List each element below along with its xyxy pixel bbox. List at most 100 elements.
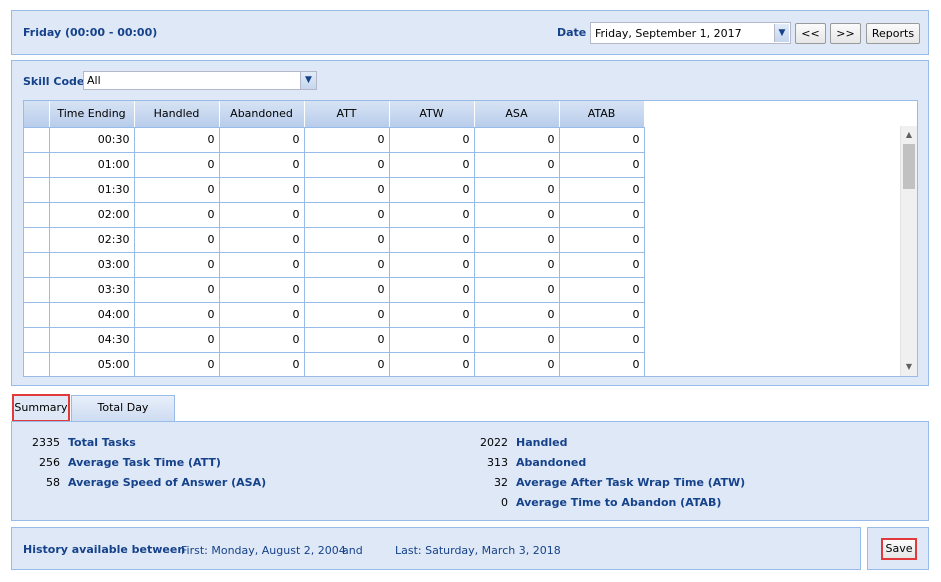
table-cell[interactable]: 0 [559,352,645,376]
table-cell[interactable]: 0 [304,177,390,203]
table-cell[interactable]: 0 [389,302,475,328]
table-cell[interactable]: 0 [389,152,475,178]
table-cell[interactable]: 0 [559,227,645,253]
table-cell[interactable]: 0 [559,252,645,278]
table-cell[interactable]: 0 [389,352,475,376]
table-cell[interactable]: 02:30 [49,227,135,253]
column-header[interactable]: Abandoned [219,101,305,128]
tab-total-day-changes[interactable]: Total Day Changes [71,395,175,438]
scroll-up-icon[interactable]: ▲ [901,127,917,143]
row-selector[interactable] [24,177,50,203]
table-cell[interactable]: 0 [219,277,305,303]
table-cell[interactable]: 0 [219,177,305,203]
column-header[interactable]: ATT [304,101,390,128]
table-cell[interactable]: 0 [389,252,475,278]
table-cell[interactable]: 0 [474,202,560,228]
table-row[interactable]: 01:30 0 0 0 0 0 0 [24,177,645,203]
table-cell[interactable]: 0 [559,127,645,153]
table-row[interactable]: 03:30 0 0 0 0 0 0 [24,277,645,303]
table-row[interactable]: 03:00 0 0 0 0 0 0 [24,252,645,278]
table-cell[interactable]: 0 [474,177,560,203]
table-row[interactable]: 01:00 0 0 0 0 0 0 [24,152,645,178]
table-cell[interactable]: 0 [219,127,305,153]
table-cell[interactable]: 0 [304,352,390,376]
table-cell[interactable]: 0 [219,252,305,278]
table-cell[interactable]: 0 [134,127,220,153]
row-selector[interactable] [24,127,50,153]
table-cell[interactable]: 0 [389,227,475,253]
table-cell[interactable]: 0 [134,327,220,353]
row-selector[interactable] [24,302,50,328]
table-cell[interactable]: 0 [219,152,305,178]
table-cell[interactable]: 0 [559,202,645,228]
table-cell[interactable]: 0 [389,127,475,153]
table-cell[interactable]: 0 [134,302,220,328]
table-cell[interactable]: 0 [474,152,560,178]
table-cell[interactable]: 0 [134,252,220,278]
table-cell[interactable]: 0 [389,327,475,353]
table-cell[interactable]: 04:30 [49,327,135,353]
table-row[interactable]: 02:30 0 0 0 0 0 0 [24,227,645,253]
row-selector[interactable] [24,227,50,253]
next-day-button[interactable]: >> [830,23,861,44]
row-selector[interactable] [24,352,50,376]
table-cell[interactable]: 0 [219,352,305,376]
table-cell[interactable]: 0 [304,152,390,178]
table-row[interactable]: 00:30 0 0 0 0 0 0 [24,127,645,153]
column-header[interactable]: Handled [134,101,220,128]
table-cell[interactable]: 0 [474,327,560,353]
table-cell[interactable]: 0 [559,277,645,303]
column-header[interactable]: ATW [389,101,475,128]
save-button[interactable]: Save [881,538,917,560]
table-cell[interactable]: 04:00 [49,302,135,328]
table-cell[interactable]: 01:00 [49,152,135,178]
table-cell[interactable]: 0 [474,227,560,253]
table-cell[interactable]: 01:30 [49,177,135,203]
reports-button[interactable]: Reports [866,23,920,44]
chevron-down-icon[interactable]: ▼ [300,72,316,89]
vertical-scrollbar[interactable]: ▲ ▼ [900,126,917,376]
table-cell[interactable]: 02:00 [49,202,135,228]
column-header[interactable]: Time Ending [49,101,135,128]
chevron-down-icon[interactable]: ▼ [774,24,789,42]
table-cell[interactable]: 0 [389,277,475,303]
table-cell[interactable]: 03:00 [49,252,135,278]
table-cell[interactable]: 0 [219,327,305,353]
table-row[interactable]: 02:00 0 0 0 0 0 0 [24,202,645,228]
row-selector[interactable] [24,277,50,303]
table-cell[interactable]: 0 [219,227,305,253]
table-cell[interactable]: 0 [304,202,390,228]
table-cell[interactable]: 00:30 [49,127,135,153]
table-cell[interactable]: 0 [304,127,390,153]
table-cell[interactable]: 0 [134,352,220,376]
table-cell[interactable]: 0 [389,202,475,228]
scroll-thumb[interactable] [903,144,915,189]
table-cell[interactable]: 0 [474,277,560,303]
table-cell[interactable]: 0 [304,302,390,328]
date-select[interactable]: Friday, September 1, 2017 ▼ [590,22,791,44]
table-cell[interactable]: 0 [474,302,560,328]
table-cell[interactable]: 0 [389,177,475,203]
scroll-down-icon[interactable]: ▼ [901,359,917,375]
table-cell[interactable]: 0 [304,227,390,253]
table-cell[interactable]: 0 [559,327,645,353]
skill-code-select[interactable]: All ▼ [83,71,317,90]
table-cell[interactable]: 0 [134,227,220,253]
row-selector[interactable] [24,152,50,178]
table-row[interactable]: 05:00 0 0 0 0 0 0 [24,352,645,376]
table-cell[interactable]: 0 [559,302,645,328]
previous-day-button[interactable]: << [795,23,826,44]
table-cell[interactable]: 0 [474,252,560,278]
table-cell[interactable]: 0 [474,127,560,153]
table-row[interactable]: 04:00 0 0 0 0 0 0 [24,302,645,328]
table-cell[interactable]: 05:00 [49,352,135,376]
row-selector[interactable] [24,327,50,353]
table-row[interactable]: 04:30 0 0 0 0 0 0 [24,327,645,353]
tab-summary[interactable]: Summary [12,394,70,422]
table-cell[interactable]: 0 [304,252,390,278]
table-cell[interactable]: 0 [219,302,305,328]
table-cell[interactable]: 0 [474,352,560,376]
table-cell[interactable]: 0 [134,177,220,203]
row-selector[interactable] [24,252,50,278]
table-cell[interactable]: 0 [219,202,305,228]
